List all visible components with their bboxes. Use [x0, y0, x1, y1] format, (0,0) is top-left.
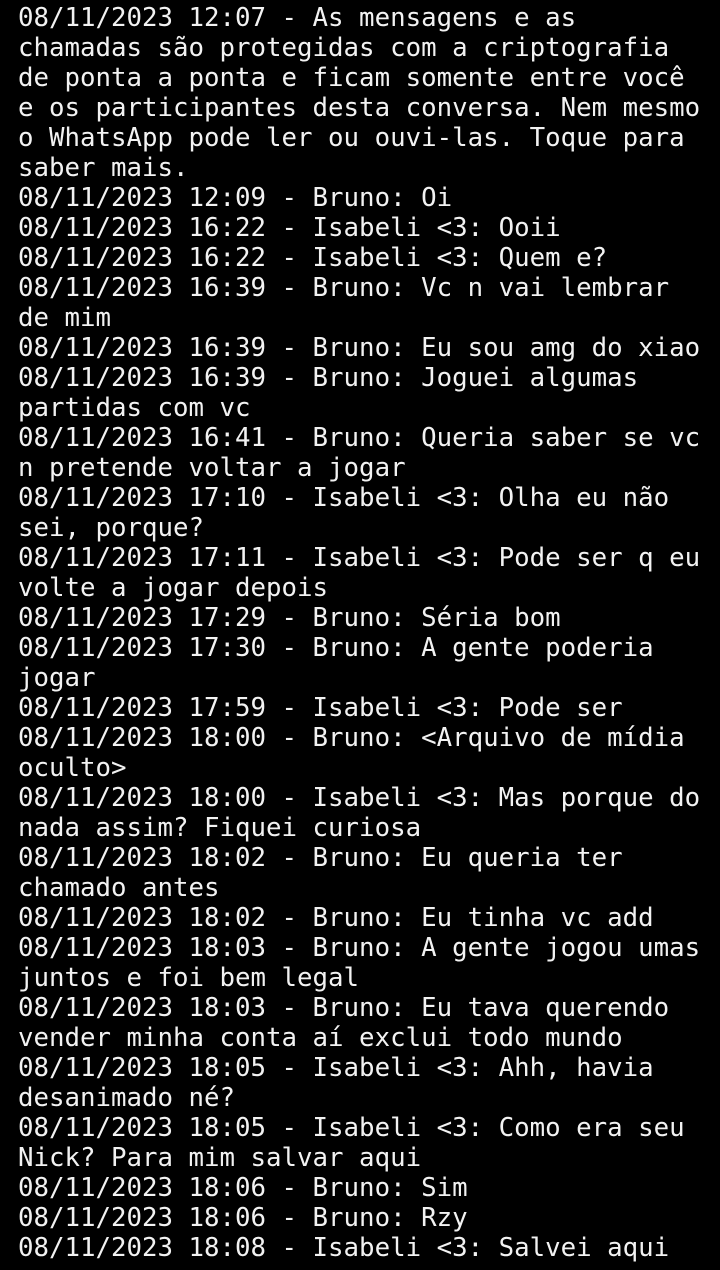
chat-log-line: 08/11/2023 17:11 - Isabeli <3: Pode ser … [18, 543, 716, 603]
chat-log-line: 08/11/2023 16:39 - Bruno: Eu sou amg do … [18, 333, 701, 363]
chat-log-line: 08/11/2023 18:00 - Bruno: <Arquivo de mí… [18, 723, 701, 783]
chat-export-log: 08/11/2023 12:07 - As mensagens e as cha… [0, 0, 700, 1263]
chat-log-line: 08/11/2023 17:59 - Isabeli <3: Pode ser [18, 693, 623, 723]
chat-log-line: 08/11/2023 18:02 - Bruno: Eu tinha vc ad… [18, 903, 654, 933]
chat-log-line: 08/11/2023 18:02 - Bruno: Eu queria ter … [18, 843, 639, 903]
chat-log-line: 08/11/2023 18:05 - Isabeli <3: Ahh, havi… [18, 1053, 670, 1113]
chat-log-line: 08/11/2023 18:03 - Bruno: Eu tava queren… [18, 993, 685, 1053]
chat-log-line: 08/11/2023 16:39 - Bruno: Joguei algumas… [18, 363, 654, 423]
chat-log-line: 08/11/2023 18:06 - Bruno: Rzy [18, 1203, 468, 1233]
chat-log-line: 08/11/2023 17:10 - Isabeli <3: Olha eu n… [18, 483, 685, 543]
chat-log-line: 08/11/2023 16:41 - Bruno: Queria saber s… [18, 423, 716, 483]
chat-log-line: 08/11/2023 18:00 - Isabeli <3: Mas porqu… [18, 783, 716, 843]
chat-log-line: 08/11/2023 18:08 - Isabeli <3: Salvei aq… [18, 1233, 670, 1263]
chat-log-line: 08/11/2023 18:06 - Bruno: Sim [18, 1173, 468, 1203]
chat-log-line: 08/11/2023 16:39 - Bruno: Vc n vai lembr… [18, 273, 685, 333]
chat-log-line: 08/11/2023 16:22 - Isabeli <3: Ooii [18, 213, 561, 243]
chat-log-line: 08/11/2023 17:29 - Bruno: Séria bom [18, 603, 561, 633]
chat-log-line: 08/11/2023 18:03 - Bruno: A gente jogou … [18, 933, 716, 993]
chat-log-line: 08/11/2023 17:30 - Bruno: A gente poderi… [18, 633, 670, 693]
chat-log-line: 08/11/2023 12:09 - Bruno: Oi [18, 183, 453, 213]
chat-log-line: 08/11/2023 18:05 - Isabeli <3: Como era … [18, 1113, 701, 1173]
chat-log-line: 08/11/2023 16:22 - Isabeli <3: Quem e? [18, 243, 608, 273]
chat-log-line: 08/11/2023 12:07 - As mensagens e as cha… [18, 3, 716, 183]
